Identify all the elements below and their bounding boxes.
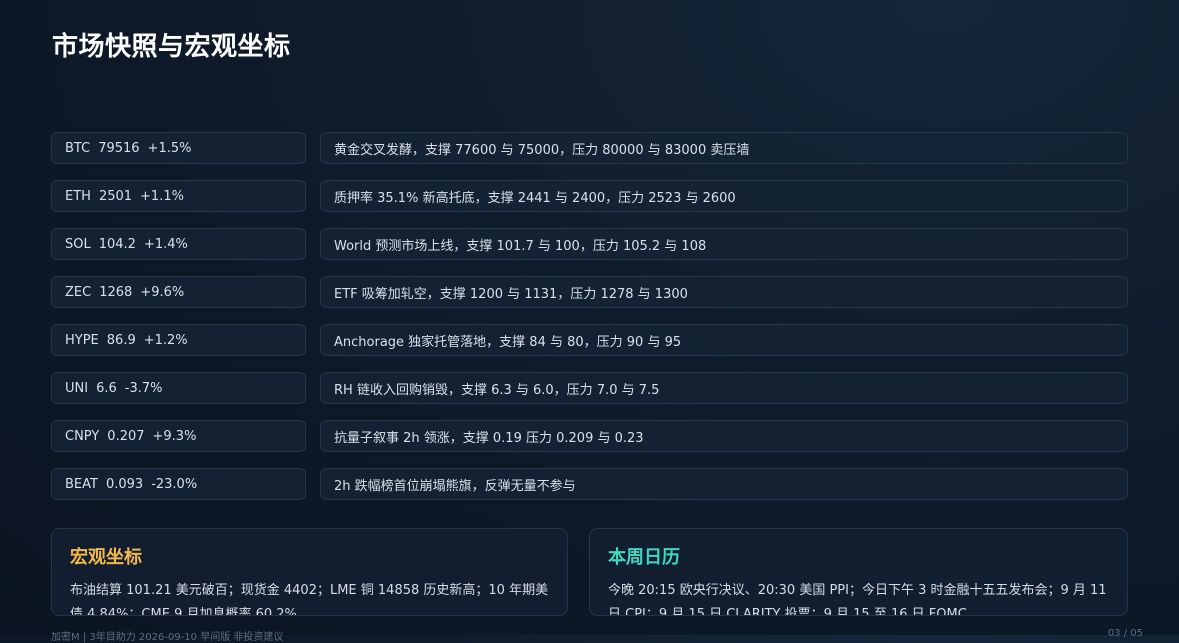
ticker-cell: SOL 104.2 +1.4% (51, 228, 306, 260)
ticker-price: 104.2 (98, 236, 136, 252)
ticker-price: 2501 (98, 188, 133, 204)
table-row: CNPY 0.207 +9.3% 抗量子叙事 2h 领涨，支撑 0.19 压力 … (51, 420, 1128, 452)
table-row: ETH 2501 +1.1% 质押率 35.1% 新高托底，支撑 2441 与 … (51, 180, 1128, 212)
ticker-symbol: CNPY (65, 428, 100, 444)
ticker-cell: HYPE 86.9 +1.2% (51, 324, 306, 356)
note-cell: 质押率 35.1% 新高托底，支撑 2441 与 2400，压力 2523 与 … (320, 180, 1128, 212)
calendar-panel: 本周日历 今晚 20:15 欧央行决议、20:30 美国 PPI；今日下午 3 … (589, 528, 1128, 616)
table-row: SOL 104.2 +1.4% World 预测市场上线，支撑 101.7 与 … (51, 228, 1128, 260)
page-number: 03 / 05 (1107, 628, 1143, 639)
ticker-price: 6.6 (96, 380, 117, 396)
ticker-symbol: SOL (65, 236, 91, 252)
ticker-change: +1.2% (143, 332, 188, 348)
calendar-text: 今晚 20:15 欧央行决议、20:30 美国 PPI；今日下午 3 时金融十五… (608, 583, 1107, 616)
ticker-cell: ZEC 1268 +9.6% (51, 276, 306, 308)
ticker-price: 79516 (98, 140, 140, 156)
ticker-change: -3.7% (124, 380, 163, 396)
table-row: ZEC 1268 +9.6% ETF 吸筹加轧空，支撑 1200 与 1131，… (51, 276, 1128, 308)
calendar-title: 本周日历 (608, 547, 680, 568)
table-row: HYPE 86.9 +1.2% Anchorage 独家托管落地，支撑 84 与… (51, 324, 1128, 356)
table-row: BTC 79516 +1.5% 黄金交叉发酵，支撑 77600 与 75000，… (51, 132, 1128, 164)
macro-title: 宏观坐标 (70, 547, 142, 568)
market-table: BTC 79516 +1.5% 黄金交叉发酵，支撑 77600 与 75000，… (51, 132, 1128, 516)
ticker-cell: BTC 79516 +1.5% (51, 132, 306, 164)
ticker-price: 0.093 (105, 476, 144, 492)
note-cell: RH 链收入回购销毁，支撑 6.3 与 6.0，压力 7.0 与 7.5 (320, 372, 1128, 404)
ticker-price: 1268 (99, 284, 133, 300)
ticker-symbol: UNI (65, 380, 89, 396)
ticker-change: +1.1% (140, 188, 184, 204)
ticker-symbol: BEAT (65, 476, 98, 492)
page-title: 市场快照与宏观坐标 (52, 32, 291, 62)
note-cell: 2h 跌幅榜首位崩塌熊旗，反弹无量不参与 (320, 468, 1128, 500)
ticker-change: +1.4% (143, 236, 188, 252)
note-cell: 抗量子叙事 2h 领涨，支撑 0.19 压力 0.209 与 0.23 (320, 420, 1128, 452)
ticker-symbol: ETH (65, 188, 91, 204)
ticker-change: +9.6% (140, 284, 185, 300)
ticker-cell: UNI 6.6 -3.7% (51, 372, 306, 404)
ticker-cell: ETH 2501 +1.1% (51, 180, 306, 212)
ticker-cell: CNPY 0.207 +9.3% (51, 420, 306, 452)
note-cell: 黄金交叉发酵，支撑 77600 与 75000，压力 80000 与 83000… (320, 132, 1128, 164)
ticker-price: 0.207 (107, 428, 145, 444)
table-row: BEAT 0.093 -23.0% 2h 跌幅榜首位崩塌熊旗，反弹无量不参与 (51, 468, 1128, 500)
ticker-cell: BEAT 0.093 -23.0% (51, 468, 306, 500)
note-cell: Anchorage 独家托管落地，支撑 84 与 80，压力 90 与 95 (320, 324, 1128, 356)
ticker-symbol: BTC (65, 140, 91, 156)
footer: 加密M | 3年目助力 2026-09-10 早间版 非投资建议 03 / 05 (51, 628, 1143, 643)
macro-panel: 宏观坐标 布油结算 101.21 美元破百；现货金 4402；LME 铜 148… (51, 528, 568, 616)
ticker-change: -23.0% (151, 476, 198, 492)
ticker-symbol: ZEC (65, 284, 92, 300)
table-row: UNI 6.6 -3.7% RH 链收入回购销毁，支撑 6.3 与 6.0，压力… (51, 372, 1128, 404)
macro-text: 布油结算 101.21 美元破百；现货金 4402；LME 铜 14858 历史… (70, 583, 549, 616)
ticker-symbol: HYPE (65, 332, 99, 348)
note-cell: ETF 吸筹加轧空，支撑 1200 与 1131，压力 1278 与 1300 (320, 276, 1128, 308)
ticker-change: +1.5% (147, 140, 192, 156)
ticker-change: +9.3% (152, 428, 197, 444)
ticker-price: 86.9 (106, 332, 136, 348)
footer-source: 加密M | 3年目助力 2026-09-10 早间版 非投资建议 (51, 632, 284, 643)
note-cell: World 预测市场上线，支撑 101.7 与 100，压力 105.2 与 1… (320, 228, 1128, 260)
